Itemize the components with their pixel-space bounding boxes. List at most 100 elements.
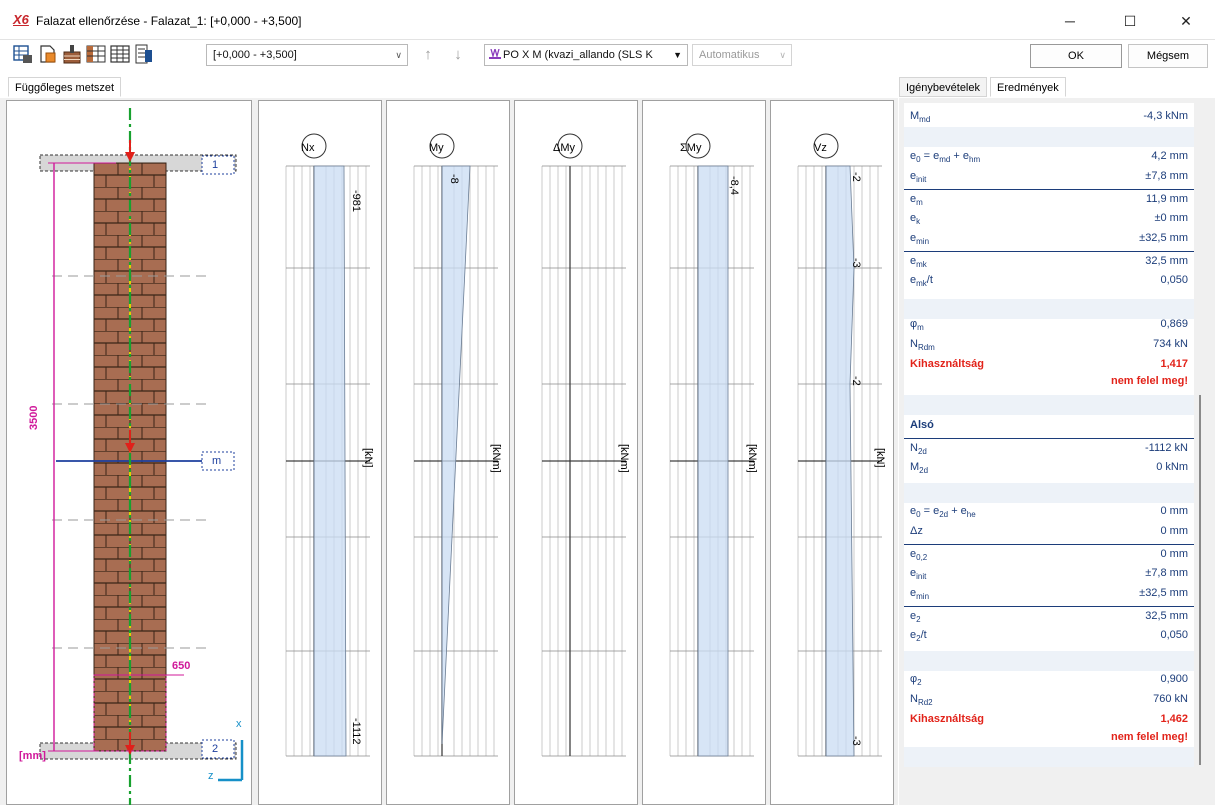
result-value-em: 11,9 mm — [1146, 193, 1188, 205]
wall-section-drawing — [39, 108, 244, 805]
minimize-button[interactable]: ─ — [1050, 8, 1090, 34]
result-row-emk-t: emk/t 0,050 — [904, 271, 1194, 291]
brick-grid-icon[interactable] — [86, 44, 106, 64]
result-label-em: em — [910, 193, 923, 208]
width-dimension: 650 — [172, 660, 191, 672]
mode-select[interactable]: Automatikus ∨ — [692, 44, 792, 66]
result-value-phi-m: 0,869 — [1160, 318, 1188, 330]
result-label-emin: emin — [910, 232, 930, 247]
ok-button[interactable]: OK — [1030, 44, 1122, 68]
arrow-down-icon[interactable]: ↓ — [448, 44, 468, 66]
table-grid-icon[interactable] — [110, 44, 130, 64]
result-label-e2: e2 — [910, 610, 921, 625]
result-row-emk: emk 32,5 mm — [904, 251, 1194, 271]
result-value-phi2: 0,900 — [1160, 673, 1188, 685]
load-combination-select[interactable]: PO X M (kvazi_allando (SLS K ▼ — [484, 44, 688, 66]
result-label-m2d: M2d — [910, 461, 929, 476]
result-row-mmd: Mmd -4,3 kNm — [904, 107, 1194, 127]
delta-my-unit: [kNm] — [618, 444, 630, 473]
result-label-nrd2: NRd2 — [910, 693, 933, 708]
utilization-value-bottom: 1,462 — [1160, 713, 1188, 725]
my-top-value: -8 — [448, 174, 460, 184]
section-label-top: 1 — [212, 159, 219, 171]
results-band — [904, 127, 1194, 147]
nx-bottom-value: -1112 — [350, 718, 362, 745]
diagram-fill-area — [697, 165, 729, 757]
diagram-fill-area — [441, 165, 471, 745]
cancel-button[interactable]: Mégsem — [1128, 44, 1208, 68]
nx-unit: [kN] — [362, 448, 374, 468]
close-button[interactable]: ✕ — [1166, 8, 1206, 34]
result-value-e0-bottom: 0 mm — [1160, 505, 1189, 517]
result-row-phi2: φ2 0,900 — [904, 670, 1194, 690]
result-label-e0-bottom: e0 = e2d + ehe — [910, 505, 976, 520]
result-row-emin-bottom: emin ±32,5 mm — [904, 584, 1194, 604]
results-band — [904, 747, 1194, 767]
result-value-dz: 0 mm — [1160, 525, 1189, 537]
axis-x-label: x — [236, 718, 242, 730]
maximize-button[interactable]: ☐ — [1110, 8, 1150, 34]
result-row-einit-bottom: einit ±7,8 mm — [904, 564, 1194, 584]
result-label-dz: Δz — [910, 525, 923, 537]
result-value-e2: 32,5 mm — [1145, 610, 1188, 622]
diagram-fill-area — [313, 165, 347, 757]
result-label-einit-bottom: einit — [910, 567, 927, 582]
window-title: Falazat ellenőrzése - Falazat_1: [+0,000… — [36, 14, 302, 28]
result-value-emin: ±32,5 mm — [1139, 232, 1188, 244]
section-label-middle: m — [212, 455, 222, 467]
result-label-nrdm: NRdm — [910, 338, 935, 353]
arrow-up-icon[interactable]: ↑ — [418, 44, 438, 66]
result-value-n2d: -1112 kN — [1144, 442, 1188, 454]
diagram-title-my: My — [429, 142, 444, 154]
result-value-emin-bottom: ±32,5 mm — [1139, 587, 1188, 599]
result-label-phi-m: φm — [910, 318, 924, 333]
result-row-e2-t: e2/t 0,050 — [904, 626, 1194, 646]
height-dimension: 3500 — [28, 405, 40, 430]
result-value-nrd2: 760 kN — [1153, 693, 1188, 705]
result-value-e2-t: 0,050 — [1160, 629, 1188, 641]
result-value-einit: ±7,8 mm — [1145, 170, 1188, 182]
range-select[interactable]: [+0,000 - +3,500] ∨ — [206, 44, 408, 66]
result-label-e0: e0 = emd + ehm — [910, 150, 981, 165]
results-band — [904, 395, 1194, 415]
results-band — [904, 483, 1194, 503]
result-row-n2d: N2d -1112 kN — [904, 438, 1194, 458]
axis-z-label: z — [208, 770, 214, 782]
verdict-top: nem felel meg! — [1110, 375, 1188, 387]
results-scroll-thumb[interactable] — [1199, 395, 1201, 765]
wall-settings-icon[interactable] — [62, 44, 82, 64]
sum-my-unit: [kNm] — [746, 444, 758, 473]
result-row-dz: Δz 0 mm — [904, 522, 1194, 542]
title-bar: X6 Falazat ellenőrzése - Falazat_1: [+0,… — [0, 0, 1215, 40]
diagram-title-sum-my: ΣMy — [680, 142, 702, 154]
vz-unit: [kN] — [874, 448, 886, 468]
my-unit: [kNm] — [490, 444, 502, 473]
table-export-icon[interactable] — [13, 44, 33, 64]
load-combination-icon — [489, 49, 501, 59]
tab-vertical-section[interactable]: Függőleges metszet — [8, 77, 122, 97]
report-icon[interactable] — [134, 44, 154, 64]
result-label-e2-t: e2/t — [910, 629, 927, 644]
result-label-einit: einit — [910, 170, 927, 185]
result-label-emk: emk — [910, 255, 927, 270]
nx-top-value: -981 — [350, 190, 362, 213]
tab-loads[interactable]: Igénybevételek — [899, 77, 987, 97]
dropdown-arrow-icon: ▼ — [673, 50, 682, 60]
document-copy-icon[interactable] — [38, 44, 58, 64]
section-label-bottom: 2 — [212, 743, 219, 755]
vz-mid2-value: -2 — [850, 376, 862, 386]
tab-results[interactable]: Eredmények — [990, 77, 1066, 97]
vz-mid-value: -3 — [850, 258, 862, 268]
result-row-ek: ek ±0 mm — [904, 209, 1194, 229]
result-value-m2d: 0 kNm — [1156, 461, 1188, 473]
result-value-nrdm: 734 kN — [1153, 338, 1188, 350]
result-row-e0-bottom: e0 = e2d + ehe 0 mm — [904, 502, 1194, 522]
result-value-emk: 32,5 mm — [1145, 255, 1188, 267]
utilization-label-top: Kihasználtság — [910, 358, 984, 370]
diagram-fill-area — [825, 165, 855, 757]
result-label-emk-t: emk/t — [910, 274, 933, 289]
utilization-value-top: 1,417 — [1160, 358, 1188, 370]
result-label-emin-bottom: emin — [910, 587, 930, 602]
result-row-em: em 11,9 mm — [904, 189, 1194, 209]
result-row-utilization-bottom: Kihasználtság 1,462 — [904, 710, 1194, 730]
